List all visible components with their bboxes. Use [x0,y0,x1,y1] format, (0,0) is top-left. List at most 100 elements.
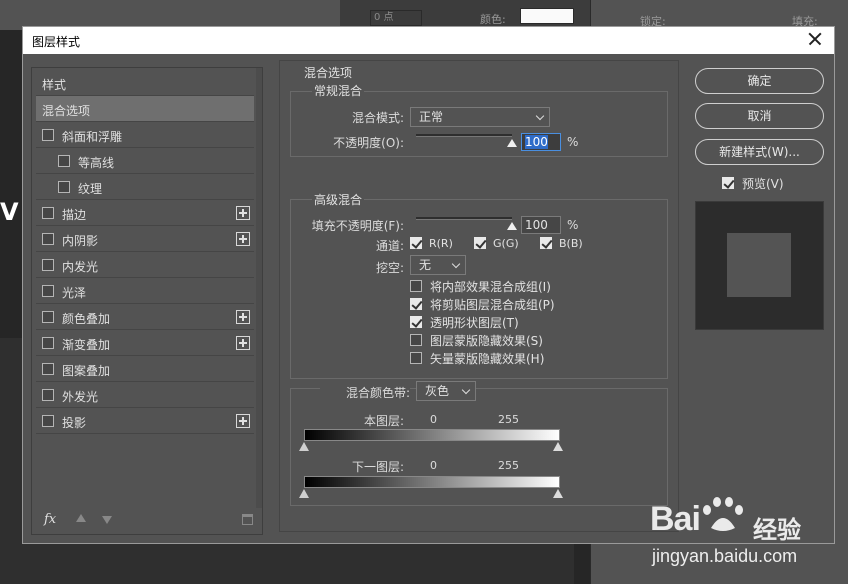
style-item[interactable]: 内阴影 [36,226,254,252]
fx-icon[interactable]: fx [44,512,56,527]
opacity-percent: % [567,135,579,149]
style-item[interactable]: 斜面和浮雕 [36,122,254,148]
baidu-logo-text: Bai [650,500,701,538]
style-item[interactable]: 等高线 [36,148,254,174]
style-item-checkbox[interactable] [58,155,70,167]
style-item-checkbox[interactable] [42,207,54,219]
style-item[interactable]: 外发光 [36,382,254,408]
option-label: 将剪贴图层混合成组(P) [430,298,555,312]
style-item[interactable]: 颜色叠加 [36,304,254,330]
preview-label: 预览(V) [742,177,784,191]
fill-opacity-slider-thumb[interactable] [507,222,517,230]
opacity-slider-thumb[interactable] [507,139,517,147]
style-item-checkbox[interactable] [42,337,54,349]
style-item-checkbox[interactable] [42,129,54,141]
styles-header[interactable]: 样式 [36,70,254,96]
add-effect-icon[interactable] [236,336,250,350]
blend-mode-label: 混合模式: [351,111,404,125]
option-label: 将内部效果混合成组(I) [430,280,551,294]
blend-if-group [290,388,668,506]
style-item-label: 描边 [62,208,87,222]
option-checkbox[interactable] [410,280,422,292]
style-item[interactable]: 纹理 [36,174,254,200]
style-item[interactable]: 光泽 [36,278,254,304]
this-layer-low-handle[interactable] [298,442,310,452]
this-layer-gradient [304,429,560,441]
underlying-layer-high-handle[interactable] [552,489,564,499]
fill-opacity-percent: % [567,218,579,232]
style-item[interactable]: 混合选项 [36,96,254,122]
size-field[interactable]: 0 点 [370,10,422,26]
trash-icon[interactable] [242,514,253,525]
blend-mode-dropdown[interactable]: 正常 [410,107,550,127]
new-style-button[interactable]: 新建样式(W)... [695,139,824,165]
knockout-dropdown[interactable]: 无 [410,255,466,275]
color-swatch[interactable] [520,8,574,24]
canvas-glyph: V [0,198,19,226]
style-item-label: 图案叠加 [62,364,111,378]
style-item-label: 外发光 [62,390,99,404]
move-up-icon[interactable] [76,514,86,522]
fill-opacity-slider[interactable] [416,217,512,220]
style-item-checkbox[interactable] [42,259,54,271]
style-item-checkbox[interactable] [42,285,54,297]
style-item-checkbox[interactable] [42,389,54,401]
style-item-checkbox[interactable] [58,181,70,193]
style-item-checkbox[interactable] [42,415,54,427]
chevron-down-icon [451,259,461,269]
underlying-layer-low-handle[interactable] [298,489,310,499]
style-item[interactable]: 内发光 [36,252,254,278]
channel-r-checkbox[interactable] [410,237,422,249]
style-item-label: 内阴影 [62,234,99,248]
fill-opacity-input[interactable]: 100 [521,216,561,234]
style-item[interactable]: 渐变叠加 [36,330,254,356]
underlying-layer-label: 下一图层: [351,460,404,474]
blend-if-label: 混合颜色带: [320,384,410,401]
this-layer-low: 0 [430,413,437,426]
option-label: 透明形状图层(T) [430,316,519,330]
close-icon[interactable] [806,30,824,48]
this-layer-label: 本图层: [363,414,404,428]
add-effect-icon[interactable] [236,206,250,220]
dialog-title: 图层样式 [32,35,81,49]
ok-button[interactable]: 确定 [695,68,824,94]
opacity-input[interactable]: 100 [521,133,561,151]
preview-checkbox[interactable] [722,177,734,189]
knockout-label: 挖空: [375,261,404,275]
style-item-checkbox[interactable] [42,311,54,323]
style-item[interactable]: 投影 [36,408,254,434]
opacity-slider[interactable] [416,134,512,137]
blend-if-dropdown[interactable]: 灰色 [416,381,476,401]
add-effect-icon[interactable] [236,414,250,428]
cancel-button[interactable]: 取消 [695,103,824,129]
style-item-label: 纹理 [78,182,103,196]
advanced-blending-title: 高级混合 [312,191,365,208]
option-checkbox[interactable] [410,352,422,364]
knockout-value: 无 [419,258,432,272]
style-item-checkbox[interactable] [42,363,54,375]
add-effect-icon[interactable] [236,310,250,324]
channel-g-checkbox[interactable] [474,237,486,249]
style-item-label: 投影 [62,416,87,430]
style-item[interactable]: 图案叠加 [36,356,254,382]
option-checkbox[interactable] [410,334,422,346]
chevron-down-icon [461,385,471,395]
blend-if-value: 灰色 [425,384,450,398]
add-effect-icon[interactable] [236,232,250,246]
option-checkbox[interactable] [410,316,422,328]
style-item-checkbox[interactable] [42,233,54,245]
move-down-icon[interactable] [102,516,112,524]
chevron-down-icon [535,111,545,121]
styles-scrollbar[interactable] [256,68,262,508]
option-label: 矢量蒙版隐藏效果(H) [430,352,545,366]
style-item-label: 斜面和浮雕 [62,130,123,144]
dialog-titlebar[interactable]: 图层样式 [23,27,834,54]
option-label: 图层蒙版隐藏效果(S) [430,334,543,348]
channel-b-checkbox[interactable] [540,237,552,249]
this-layer-high-handle[interactable] [552,442,564,452]
channel-b-label: B(B) [559,237,583,250]
blending-options-panel: 混合选项 常规混合 混合模式: 正常 不透明度(O): 100 % 高级混合 填… [279,60,679,532]
style-item-label: 混合选项 [42,104,91,118]
option-checkbox[interactable] [410,298,422,310]
style-item[interactable]: 描边 [36,200,254,226]
